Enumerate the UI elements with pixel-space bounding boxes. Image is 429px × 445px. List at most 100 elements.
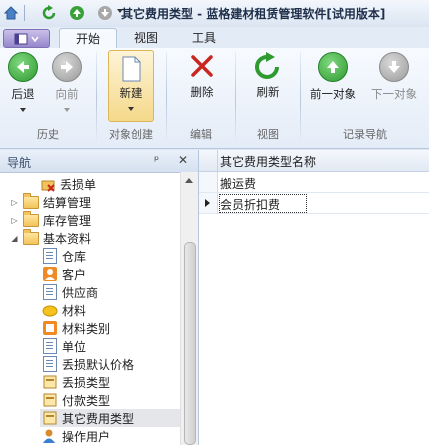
nav-header: 导航 ᵖ ✕ [0, 150, 198, 173]
up-quick-icon[interactable] [68, 4, 86, 22]
navigation-panel: 导航 ᵖ ✕ 丢损单 ▷ 结算管理 ▷ 库存管理 ◢ 基本资料 仓库 客户 供应… [0, 150, 199, 445]
prev-object-button[interactable]: 前一对象 [305, 52, 361, 102]
new-button[interactable]: 新建 [108, 50, 154, 122]
nav-item-lost-order[interactable]: 丢损单 [40, 175, 96, 193]
row-indicator[interactable] [199, 193, 218, 213]
nav-scrollbar[interactable] [180, 172, 198, 445]
expand-icon[interactable]: ▷ [10, 198, 19, 207]
user-icon [42, 428, 58, 444]
current-row-icon [205, 199, 210, 207]
refresh-quick-icon[interactable] [40, 4, 58, 22]
delete-label: 删除 [190, 85, 214, 99]
down-arrow-icon [379, 52, 409, 82]
supplier-icon [42, 284, 58, 300]
nav-item-operator-user[interactable]: 操作用户 [42, 427, 110, 445]
nav-item-basic-data[interactable]: ◢ 基本资料 [10, 228, 92, 247]
title-bar: 其它费用类型 - 蓝格建材租赁管理软件[试用版本] [0, 0, 429, 28]
new-label: 新建 [119, 86, 143, 100]
back-label: 后退 [11, 87, 35, 101]
nav-item-label: 库存管理 [43, 213, 92, 228]
customer-icon [42, 266, 58, 282]
nav-title: 导航 [7, 156, 32, 170]
group-label-edit: 编辑 [190, 128, 212, 141]
tab-tools[interactable]: 工具 [180, 28, 228, 48]
tab-start[interactable]: 开始 [59, 28, 117, 50]
next-object-button[interactable]: 下一对象 [366, 52, 422, 102]
folder-open-icon [23, 228, 39, 246]
close-icon[interactable]: ✕ [178, 153, 188, 167]
chevron-down-icon [31, 36, 39, 42]
nav-item-warehouse[interactable]: 仓库 [42, 247, 86, 265]
nav-item-label: 丢损默认价格 [62, 357, 135, 372]
nav-item-material[interactable]: 材料 [42, 301, 86, 319]
back-button[interactable]: 后退 [6, 52, 40, 112]
warehouse-icon [42, 248, 58, 264]
refresh-icon [255, 52, 279, 79]
nav-item-other-fee-type[interactable]: 其它费用类型 [40, 409, 180, 427]
forward-label: 向前 [55, 87, 79, 101]
nav-item-label: 材料类别 [62, 321, 111, 336]
tab-view[interactable]: 视图 [122, 28, 170, 48]
collapse-icon[interactable]: ◢ [10, 234, 19, 243]
forward-button[interactable]: 向前 [48, 52, 86, 112]
prev-object-label: 前一对象 [310, 87, 356, 101]
nav-item-label: 结算管理 [43, 195, 92, 210]
group-label-create: 对象创建 [109, 128, 153, 141]
app-menu-button[interactable] [3, 29, 50, 48]
nav-item-lost-default-price[interactable]: 丢损默认价格 [42, 355, 134, 373]
back-dropdown-icon[interactable] [20, 108, 26, 112]
group-label-view: 视图 [257, 128, 279, 141]
ribbon-tabs: 开始 视图 工具 [0, 27, 429, 50]
scroll-thumb[interactable] [184, 242, 196, 445]
table-row[interactable]: 搬运费 [199, 172, 429, 193]
scroll-up-icon[interactable] [185, 178, 193, 183]
new-dropdown-icon[interactable] [128, 107, 134, 111]
pin-icon[interactable]: ᵖ [154, 153, 159, 167]
nav-item-supplier[interactable]: 供应商 [42, 283, 98, 301]
nav-item-unit[interactable]: 单位 [42, 337, 86, 355]
nav-item-label: 丢损单 [60, 177, 97, 192]
cell-name[interactable]: 会员折扣费 [220, 196, 280, 213]
nav-item-label: 付款类型 [62, 393, 111, 408]
nav-item-label: 丢损类型 [62, 375, 111, 390]
type-icon [42, 374, 58, 390]
table-row[interactable]: 会员折扣费 [199, 193, 429, 214]
expand-icon[interactable]: ▷ [10, 216, 19, 225]
cell-name[interactable]: 搬运费 [220, 175, 256, 192]
nav-item-customer[interactable]: 客户 [42, 265, 86, 283]
up-arrow-icon [318, 52, 348, 82]
window-title: 其它费用类型 - 蓝格建材租赁管理软件[试用版本] [121, 7, 386, 21]
nav-item-settlement[interactable]: ▷ 结算管理 [10, 192, 92, 211]
grid-header: 其它费用类型名称 [199, 150, 429, 172]
refresh-button[interactable]: 刷新 [250, 52, 286, 100]
nav-item-material-category[interactable]: 材料类别 [42, 319, 110, 337]
row-indicator[interactable] [199, 172, 218, 192]
nav-item-label: 单位 [62, 339, 87, 354]
delete-button[interactable]: 删除 [184, 52, 220, 100]
folder-icon [23, 210, 39, 228]
forward-dropdown-icon[interactable] [64, 108, 70, 112]
home-icon[interactable] [2, 4, 20, 22]
data-grid: 其它费用类型名称 搬运费 会员折扣费 [199, 150, 429, 445]
nav-item-lost-type[interactable]: 丢损类型 [42, 373, 110, 391]
material-icon [42, 302, 58, 318]
nav-item-label: 客户 [62, 267, 87, 282]
forward-arrow-icon [52, 52, 82, 82]
nav-item-label: 基本资料 [43, 231, 92, 246]
nav-item-label: 其它费用类型 [62, 411, 135, 426]
delete-x-icon [191, 55, 213, 77]
unit-icon [42, 338, 58, 354]
column-header-name[interactable]: 其它费用类型名称 [220, 153, 316, 170]
nav-item-label: 仓库 [62, 249, 87, 264]
nav-item-inventory[interactable]: ▷ 库存管理 [10, 210, 92, 229]
nav-item-label: 供应商 [62, 285, 99, 300]
app-menu-icon [14, 33, 28, 44]
down-quick-icon[interactable] [96, 4, 114, 22]
new-document-icon [122, 56, 141, 82]
nav-item-label: 操作用户 [62, 429, 111, 444]
price-icon [42, 356, 58, 372]
folder-icon [23, 192, 39, 210]
nav-item-payment-type[interactable]: 付款类型 [42, 391, 110, 409]
lost-order-icon [40, 176, 56, 192]
material-category-icon [42, 320, 58, 336]
